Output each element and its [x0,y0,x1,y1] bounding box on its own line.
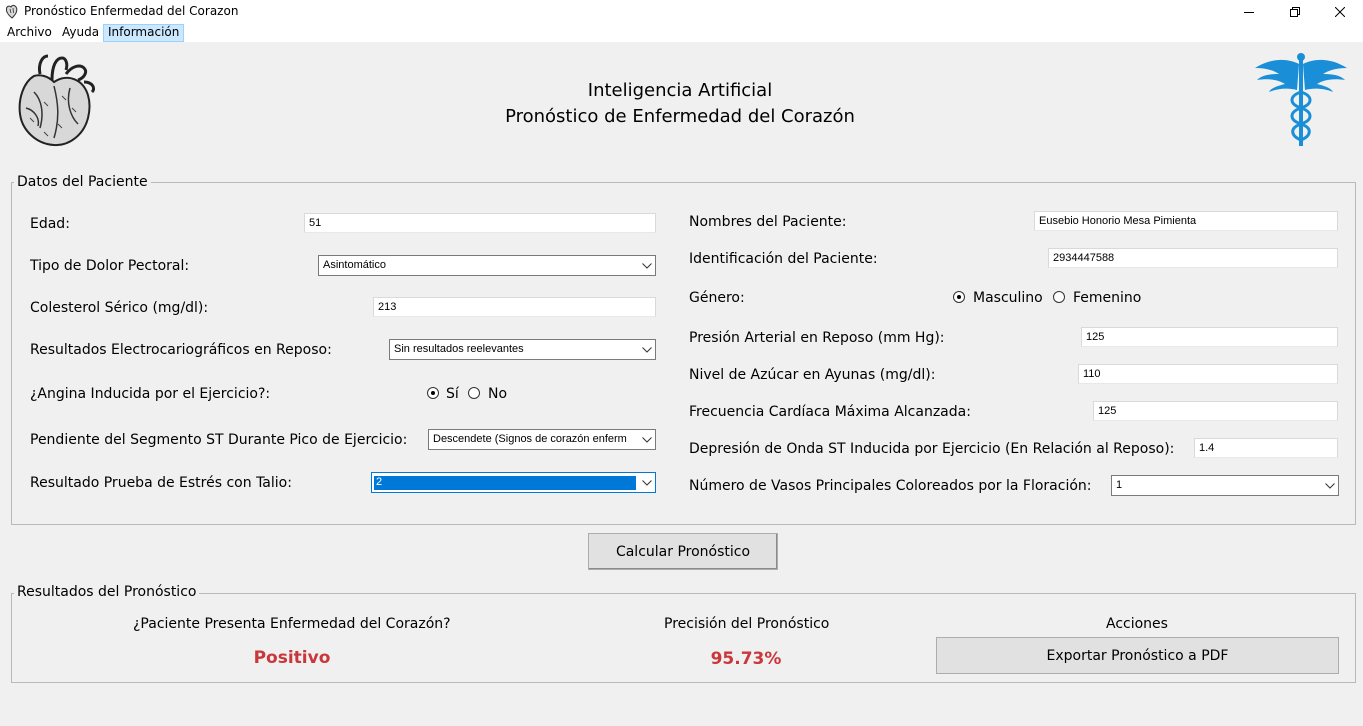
age-input[interactable]: 51 [304,213,656,233]
blood-pressure-input[interactable]: 125 [1081,327,1338,347]
calculate-button[interactable]: Calcular Pronóstico [588,533,778,570]
st-depression-label: Depresión de Onda ST Inducida por Ejerci… [689,441,1175,457]
patient-id-input[interactable]: 2934447588 [1048,248,1338,268]
gender-male-radio[interactable] [953,291,965,303]
restore-button[interactable] [1272,0,1318,24]
actions-label: Acciones [1106,616,1168,632]
precision-value: 95.73% [710,649,782,669]
export-pdf-button[interactable]: Exportar Pronóstico a PDF [936,637,1339,674]
vessels-value: 1 [1116,479,1123,491]
menu-ayuda[interactable]: Ayuda [58,24,103,42]
blood-sugar-label: Nivel de Azúcar en Ayunas (mg/dl): [689,367,936,383]
slope-value: Descendete (Signos de corazón enferm [433,433,627,445]
patient-name-label: Nombres del Paciente: [689,214,847,230]
chest-pain-select[interactable]: Asintomático [318,255,656,276]
angina-yes-label[interactable]: Sí [446,386,459,402]
slope-select[interactable]: Descendete (Signos de corazón enferm [428,429,656,450]
blood-pressure-label: Presión Arterial en Reposo (mm Hg): [689,330,945,346]
age-label: Edad: [30,216,70,232]
angina-no-radio[interactable] [468,387,480,399]
chevron-down-icon [638,256,655,275]
gender-female-label[interactable]: Femenino [1073,290,1141,306]
caduceus-icon [1255,53,1347,146]
title-bar: Pronóstico Enfermedad del Corazon [0,0,1363,24]
max-heart-rate-input[interactable]: 125 [1093,401,1338,421]
disease-result-value: Positivo [253,648,331,668]
precision-label: Precisión del Pronóstico [664,616,830,632]
header-title-line2: Pronóstico de Enfermedad del Corazón [505,106,855,127]
ecg-value: Sin resultados reelevantes [394,343,524,355]
header-title-line1: Inteligencia Artificial [587,80,773,101]
close-button[interactable] [1317,0,1363,24]
slope-label: Pendiente del Segmento ST Durante Pico d… [30,432,408,448]
thal-select[interactable]: 2 [371,472,656,493]
max-heart-rate-label: Frecuencia Cardíaca Máxima Alcanzada: [689,404,971,420]
window-title: Pronóstico Enfermedad del Corazon [24,4,239,18]
menu-informacion[interactable]: Información [103,24,185,42]
chevron-down-icon [638,473,655,492]
gender-female-radio[interactable] [1053,291,1065,303]
chevron-down-icon [638,340,655,359]
menu-archivo[interactable]: Archivo [3,24,56,42]
heart-app-icon [5,4,18,19]
results-legend: Resultados del Pronóstico [14,584,200,600]
thal-label: Resultado Prueba de Estrés con Talio: [30,475,292,491]
chevron-down-icon [1321,476,1338,495]
minimize-icon [1244,12,1254,13]
chevron-down-icon [638,430,655,449]
restore-icon [1290,7,1300,17]
thal-value: 2 [374,476,636,490]
gender-male-label[interactable]: Masculino [973,290,1043,306]
close-icon [1335,7,1345,17]
patient-id-label: Identificación del Paciente: [689,251,878,267]
vessels-label: Número de Vasos Principales Coloreados p… [689,478,1092,494]
gender-label: Género: [689,290,745,306]
cholesterol-label: Colesterol Sérico (mg/dl): [30,300,209,316]
patient-data-legend: Datos del Paciente [14,174,151,190]
ecg-label: Resultados Electrocariográficos en Repos… [30,342,332,358]
disease-question-label: ¿Paciente Presenta Enfermedad del Corazó… [133,616,451,632]
angina-label: ¿Angina Inducida por el Ejercicio?: [30,386,271,402]
angina-yes-radio[interactable] [427,387,439,399]
ecg-select[interactable]: Sin resultados reelevantes [389,339,656,360]
chest-pain-label: Tipo de Dolor Pectoral: [30,258,190,274]
st-depression-input[interactable]: 1.4 [1194,438,1338,458]
chest-pain-value: Asintomático [323,259,386,271]
angina-no-label[interactable]: No [488,386,507,402]
minimize-button[interactable] [1226,0,1272,24]
menu-bar: Archivo Ayuda Información [0,24,1363,42]
heart-illustration-icon [18,54,96,147]
patient-name-input[interactable]: Eusebio Honorio Mesa Pimienta [1034,211,1338,231]
blood-sugar-input[interactable]: 110 [1078,364,1338,384]
cholesterol-input[interactable]: 213 [373,297,656,317]
vessels-select[interactable]: 1 [1111,475,1339,496]
